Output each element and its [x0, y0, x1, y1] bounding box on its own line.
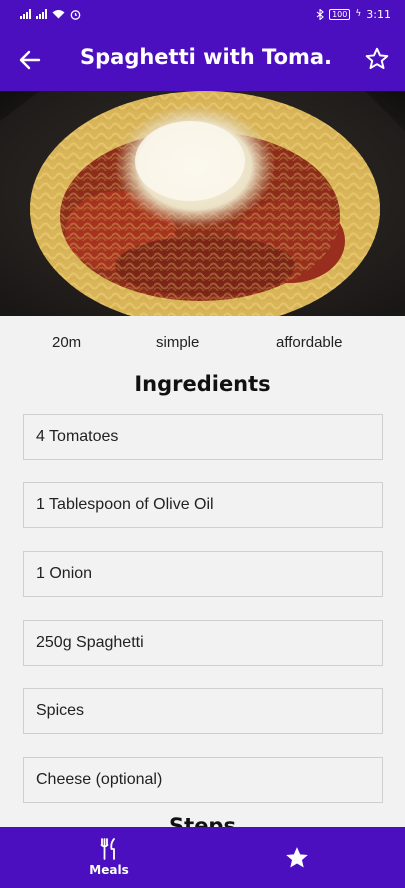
status-right: 100 ϟ 3:11 [316, 8, 391, 21]
alarm-icon [70, 9, 81, 20]
duration-label: 20m [52, 334, 82, 351]
wifi-icon [52, 10, 65, 19]
status-time: 3:11 [366, 7, 391, 21]
meal-image [0, 91, 405, 316]
list-item: 1 Onion [23, 551, 383, 597]
cutlery-icon [100, 838, 115, 860]
meal-meta: 20m simple affordable [0, 334, 405, 356]
star-icon [286, 846, 308, 868]
complexity-label: simple [156, 334, 200, 351]
ingredients-title: Ingredients [134, 372, 271, 396]
list-item: 250g Spaghetti [23, 620, 383, 666]
favorite-button[interactable] [361, 43, 393, 75]
list-item: Cheese (optional) [23, 757, 383, 803]
arrow-left-icon [19, 50, 41, 70]
tab-meals-label: Meals [89, 863, 129, 877]
spaghetti-photo [0, 91, 405, 316]
list-item: 4 Tomatoes [23, 414, 383, 460]
status-left [20, 9, 81, 20]
back-button[interactable] [14, 44, 46, 76]
bluetooth-icon [316, 8, 324, 20]
battery-icon: 100 [329, 8, 351, 20]
page-title: Spaghetti with Toma.. [80, 45, 330, 69]
affordability-label: affordable [276, 334, 343, 351]
signal-icon [20, 9, 31, 19]
tab-meals[interactable]: Meals [8, 827, 210, 888]
charging-icon: ϟ [355, 9, 362, 19]
status-bar: 100 ϟ 3:11 [0, 0, 405, 28]
app-bar: Spaghetti with Toma.. [0, 28, 405, 91]
signal-icon-2 [36, 9, 47, 19]
tab-favorites[interactable] [196, 827, 398, 888]
bottom-tab-bar: Meals [0, 827, 405, 888]
list-item: 1 Tablespoon of Olive Oil [23, 482, 383, 528]
star-outline-icon [365, 47, 389, 69]
list-item: Spices [23, 688, 383, 734]
